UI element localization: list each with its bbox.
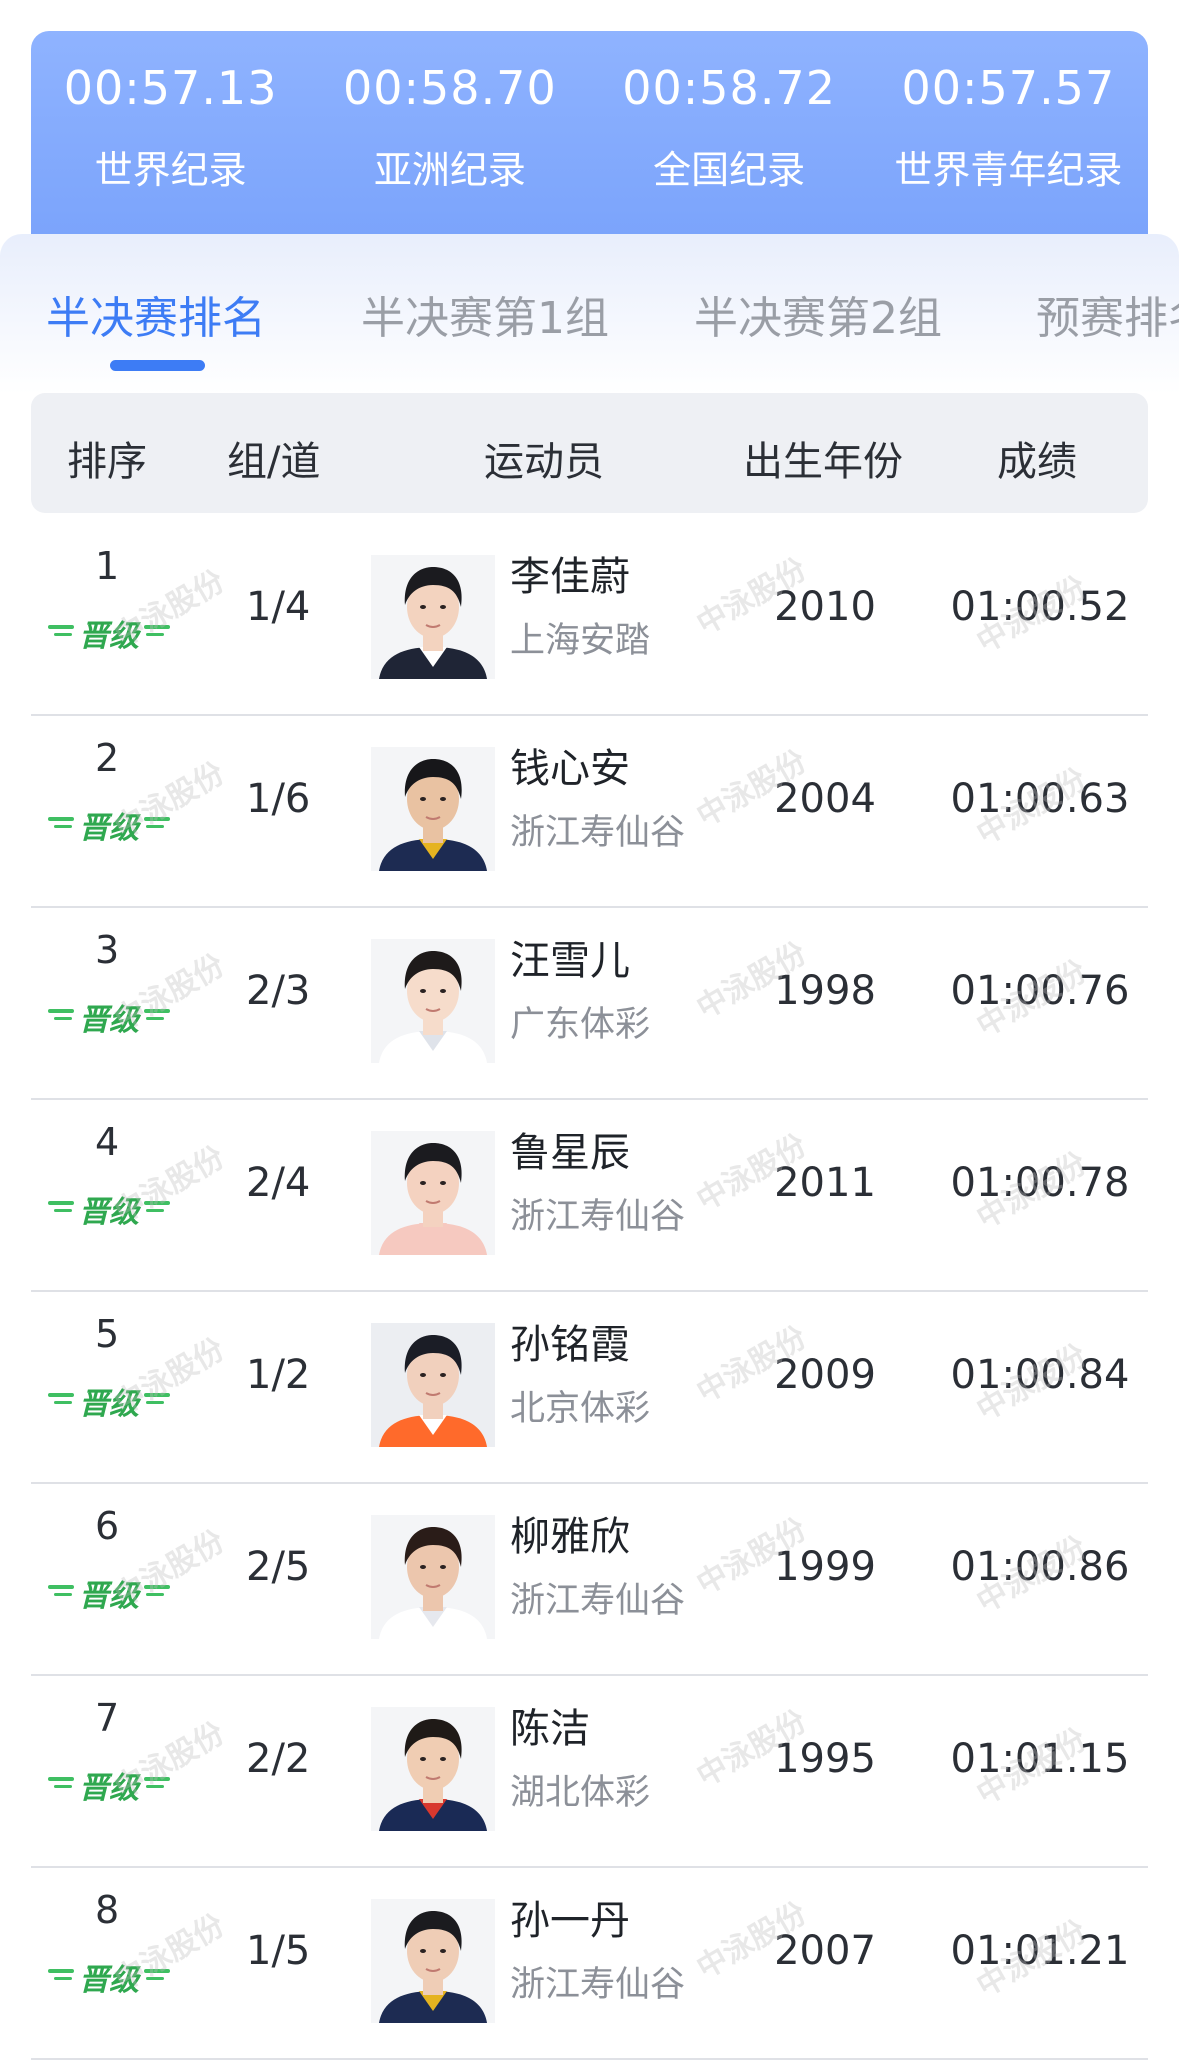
table-header: 排序 组/道 运动员 出生年份 成绩: [31, 393, 1148, 513]
tab-semifinal-ranking[interactable]: 半决赛排名: [46, 282, 266, 346]
record-time: 00:58.70: [343, 61, 557, 115]
records-banner: 00:57.13 世界纪录 00:58.70 亚洲纪录 00:58.72 全国纪…: [31, 31, 1148, 246]
heat-lane: 1/2: [246, 1352, 311, 1398]
athlete-team: 浙江寿仙谷: [510, 813, 686, 853]
heat-lane: 1/5: [246, 1928, 311, 1974]
tab-active-indicator: [110, 360, 205, 371]
table-row[interactable]: 3 晋级 2/3 汪雪儿 广东体彩 1998 01:00.76 中泳股份 中泳股…: [0, 908, 1179, 1100]
athlete-name[interactable]: 陈洁: [510, 1696, 590, 1754]
athlete-team: 浙江寿仙谷: [510, 1965, 686, 2005]
table-row[interactable]: 1 晋级 1/4 李佳蔚 上海安踏 2010 01:00.52 中泳股份 中泳股…: [0, 524, 1179, 716]
athlete-photo: [371, 1899, 495, 2023]
athlete-photo: [371, 1323, 495, 1447]
rank-number: 7: [95, 1696, 120, 1740]
athlete-photo: [371, 1515, 495, 1639]
header-rank: 排序: [67, 439, 147, 485]
heat-lane: 2/5: [246, 1544, 311, 1590]
record-label: 世界纪录: [94, 148, 247, 192]
athlete-team: 浙江寿仙谷: [510, 1581, 686, 1621]
athlete-photo: [371, 555, 495, 679]
rank-number: 3: [95, 928, 120, 972]
tab-prelim-ranking[interactable]: 预赛排名: [1036, 282, 1179, 346]
record-world: 00:57.13 世界纪录: [31, 31, 310, 246]
results-table-body: 1 晋级 1/4 李佳蔚 上海安踏 2010 01:00.52 中泳股份 中泳股…: [0, 524, 1179, 2060]
athlete-name[interactable]: 鲁星辰: [510, 1120, 630, 1178]
table-row[interactable]: 7 晋级 2/2 陈洁 湖北体彩 1995 01:01.15 中泳股份 中泳股份…: [0, 1676, 1179, 1868]
record-national: 00:58.72 全国纪录: [590, 31, 869, 246]
table-row[interactable]: 8 晋级 1/5 孙一丹 浙江寿仙谷 2007 01:01.21 中泳股份 中泳…: [0, 1868, 1179, 2060]
header-lane: 组/道: [227, 439, 321, 485]
athlete-name[interactable]: 柳雅欣: [510, 1504, 630, 1562]
athlete-name[interactable]: 孙铭霞: [510, 1312, 630, 1370]
header-result: 成绩: [997, 439, 1077, 485]
heat-lane: 1/6: [246, 776, 311, 822]
record-label: 世界青年纪录: [894, 148, 1123, 192]
tab-semifinal-heat-2[interactable]: 半决赛第2组: [694, 282, 942, 346]
athlete-name[interactable]: 李佳蔚: [510, 544, 630, 602]
heat-lane: 2/3: [246, 968, 311, 1014]
athlete-team: 广东体彩: [510, 1005, 651, 1045]
rank-number: 2: [95, 736, 120, 780]
athlete-name[interactable]: 钱心安: [510, 736, 630, 794]
record-label: 全国纪录: [653, 148, 806, 192]
athlete-photo: [371, 747, 495, 871]
athlete-name[interactable]: 孙一丹: [510, 1888, 630, 1946]
heat-lane: 1/4: [246, 584, 311, 630]
athlete-photo: [371, 939, 495, 1063]
record-time: 00:58.72: [622, 61, 836, 115]
record-label: 亚洲纪录: [373, 148, 526, 192]
rank-number: 4: [95, 1120, 120, 1164]
record-asia: 00:58.70 亚洲纪录: [310, 31, 589, 246]
table-row[interactable]: 6 晋级 2/5 柳雅欣 浙江寿仙谷 1999 01:00.86 中泳股份 中泳…: [0, 1484, 1179, 1676]
table-row[interactable]: 5 晋级 1/2 孙铭霞 北京体彩 2009 01:00.84 中泳股份 中泳股…: [0, 1292, 1179, 1484]
rank-number: 1: [95, 544, 120, 588]
heat-lane: 2/2: [246, 1736, 311, 1782]
rank-number: 6: [95, 1504, 120, 1548]
heat-lane: 2/4: [246, 1160, 311, 1206]
rank-number: 8: [95, 1888, 120, 1932]
table-row[interactable]: 4 晋级 2/4 鲁星辰 浙江寿仙谷 2011 01:00.78 中泳股份 中泳…: [0, 1100, 1179, 1292]
record-time: 00:57.57: [901, 61, 1116, 115]
athlete-photo: [371, 1707, 495, 1831]
header-athlete: 运动员: [484, 439, 604, 485]
athlete-team: 北京体彩: [510, 1389, 651, 1429]
athlete-team: 浙江寿仙谷: [510, 1197, 686, 1237]
rank-number: 5: [95, 1312, 120, 1356]
record-time: 00:57.13: [63, 61, 278, 115]
athlete-team: 上海安踏: [510, 621, 651, 661]
table-row[interactable]: 2 晋级 1/6 钱心安 浙江寿仙谷 2004 01:00.63 中泳股份 中泳…: [0, 716, 1179, 908]
athlete-name[interactable]: 汪雪儿: [510, 928, 630, 986]
header-birth-year: 出生年份: [743, 439, 903, 485]
record-world-junior: 00:57.57 世界青年纪录: [869, 31, 1148, 246]
athlete-photo: [371, 1131, 495, 1255]
athlete-team: 湖北体彩: [510, 1773, 651, 1813]
results-card: 半决赛排名 半决赛第1组 半决赛第2组 预赛排名 排序 组/道 运动员 出生年份…: [0, 234, 1179, 2060]
tab-bar: 半决赛排名 半决赛第1组 半决赛第2组 预赛排名: [0, 234, 1179, 384]
tab-semifinal-heat-1[interactable]: 半决赛第1组: [361, 282, 609, 346]
